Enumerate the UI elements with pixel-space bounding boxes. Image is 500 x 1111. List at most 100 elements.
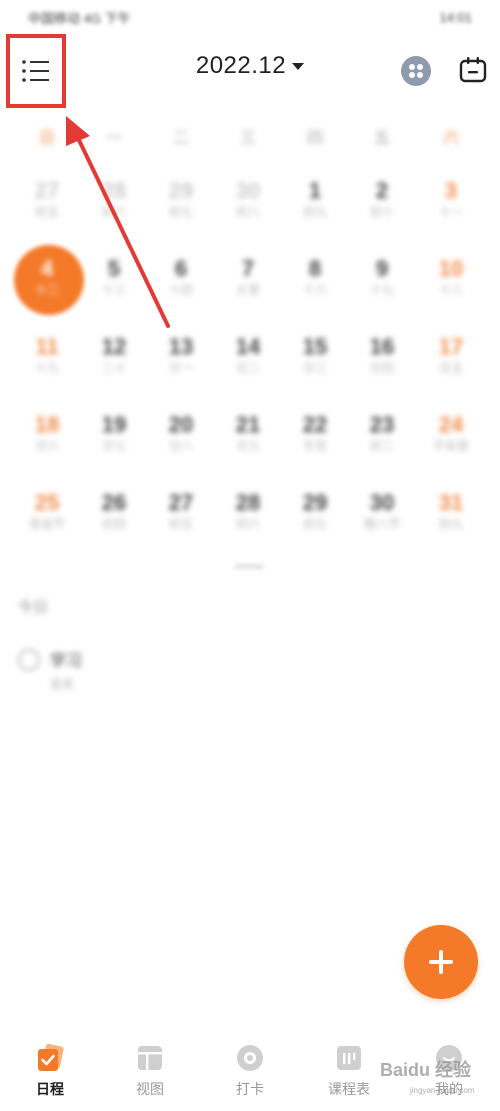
day-number: 25 bbox=[34, 490, 60, 515]
weekday-label: 四 bbox=[306, 130, 323, 147]
day-subtext: 廿四 bbox=[369, 361, 394, 375]
plus-icon bbox=[429, 950, 453, 974]
weekday-label: 三 bbox=[239, 130, 256, 147]
calendar-day[interactable]: 12 二十 bbox=[84, 334, 144, 376]
day-number: 22 bbox=[302, 412, 328, 437]
tab-schedule[interactable]: 日程 bbox=[10, 1043, 90, 1099]
calendar-day[interactable]: 28 初六 bbox=[84, 178, 144, 220]
calendar-day[interactable]: 8 十六 bbox=[285, 256, 345, 298]
day-subtext: 十一 bbox=[438, 205, 463, 219]
calendar-day[interactable]: 29 初七 bbox=[285, 490, 345, 532]
day-subtext: 十四 bbox=[168, 283, 193, 297]
day-number: 24 bbox=[438, 412, 464, 437]
calendar-day[interactable]: 4 十二 bbox=[17, 256, 77, 298]
day-number: 7 bbox=[241, 256, 255, 281]
day-subtext: 初七 bbox=[168, 205, 193, 219]
calendar-day[interactable]: 11 十九 bbox=[17, 334, 77, 376]
calendar-day[interactable]: 2 初十 bbox=[352, 178, 412, 220]
calendar-day[interactable]: 20 廿八 bbox=[151, 412, 211, 454]
day-number: 29 bbox=[302, 490, 328, 515]
calendar-day[interactable]: 24 平安夜 bbox=[421, 412, 481, 454]
day-number: 31 bbox=[438, 490, 464, 515]
calendar-day[interactable]: 19 廿七 bbox=[84, 412, 144, 454]
weekday-label: 二 bbox=[172, 130, 189, 147]
day-subtext: 初五 bbox=[168, 517, 193, 531]
calendar-day[interactable]: 9 十七 bbox=[352, 256, 412, 298]
day-number: 15 bbox=[302, 334, 328, 359]
calendar-day[interactable]: 31 初九 bbox=[421, 490, 481, 532]
day-subtext: 初六 bbox=[235, 517, 260, 531]
day-number: 1 bbox=[308, 178, 322, 203]
day-number: 5 bbox=[107, 256, 121, 281]
day-number: 21 bbox=[235, 412, 261, 437]
day-subtext: 初九 bbox=[302, 205, 327, 219]
calendar-day[interactable]: 1 初九 bbox=[285, 178, 345, 220]
calendar-day[interactable]: 29 初七 bbox=[151, 178, 211, 220]
tab-timetable[interactable]: 课程表 bbox=[309, 1043, 389, 1099]
today-section-label: 今日 bbox=[18, 599, 49, 616]
todo-meta: 全天 bbox=[50, 677, 75, 691]
weekday-header: 日 一 二 三 四 五 六 bbox=[0, 120, 500, 150]
day-subtext: 十八 bbox=[438, 283, 463, 297]
calendar-day[interactable]: 5 十三 bbox=[84, 256, 144, 298]
calendar-day[interactable]: 26 初四 bbox=[84, 490, 144, 532]
calendar-day[interactable]: 30 腊八节 bbox=[352, 490, 412, 532]
calendar-day[interactable]: 10 十八 bbox=[421, 256, 481, 298]
calendar-day[interactable]: 7 大雪 bbox=[218, 256, 278, 298]
day-subtext: 廿八 bbox=[168, 439, 193, 453]
calendar-day[interactable]: 6 十四 bbox=[151, 256, 211, 298]
tab-label: 日程 bbox=[36, 1081, 64, 1097]
calendar-today-button[interactable] bbox=[457, 54, 489, 86]
carrier-text: 中国移动 4G 下午 bbox=[28, 10, 131, 26]
calendar-day[interactable]: 23 初二 bbox=[352, 412, 412, 454]
day-number: 12 bbox=[101, 334, 127, 359]
view-layout-icon bbox=[138, 1046, 162, 1070]
add-button[interactable] bbox=[404, 925, 478, 999]
day-number: 16 bbox=[369, 334, 395, 359]
calendar-day[interactable]: 30 初八 bbox=[218, 178, 278, 220]
timetable-icon bbox=[337, 1046, 361, 1070]
calendar-day[interactable]: 3 十一 bbox=[421, 178, 481, 220]
tab-checkin[interactable]: 打卡 bbox=[210, 1043, 290, 1099]
day-subtext: 十九 bbox=[34, 361, 59, 375]
day-subtext: 廿二 bbox=[235, 361, 260, 375]
day-number: 8 bbox=[308, 256, 322, 281]
day-subtext: 冬至 bbox=[302, 439, 327, 453]
day-number: 28 bbox=[235, 490, 261, 515]
day-number: 13 bbox=[168, 334, 194, 359]
day-number: 3 bbox=[444, 178, 458, 203]
caret-down-icon bbox=[292, 63, 305, 71]
calendar-day[interactable]: 27 初五 bbox=[17, 178, 77, 220]
calendar-day[interactable]: 16 廿四 bbox=[352, 334, 412, 376]
day-number: 30 bbox=[235, 178, 261, 203]
status-bar: 中国移动 4G 下午 14:01 bbox=[0, 0, 500, 34]
calendar-day[interactable]: 22 冬至 bbox=[285, 412, 345, 454]
day-subtext: 廿五 bbox=[438, 361, 463, 375]
calendar-day[interactable]: 21 廿九 bbox=[218, 412, 278, 454]
day-subtext: 十三 bbox=[101, 283, 126, 297]
todo-checkbox[interactable] bbox=[18, 649, 40, 671]
calendar-day[interactable]: 28 初六 bbox=[218, 490, 278, 532]
day-subtext: 廿七 bbox=[101, 439, 126, 453]
calendar-day[interactable]: 27 初五 bbox=[151, 490, 211, 532]
calendar-day[interactable]: 18 廿六 bbox=[17, 412, 77, 454]
day-number: 4 bbox=[40, 256, 54, 281]
weekday-label: 日 bbox=[38, 130, 55, 147]
todo-item[interactable]: 学习 全天 bbox=[14, 635, 124, 715]
day-subtext: 十六 bbox=[302, 283, 327, 297]
calendar-day[interactable]: 25 圣诞节 bbox=[17, 490, 77, 532]
day-number: 29 bbox=[168, 178, 194, 203]
day-number: 17 bbox=[438, 334, 464, 359]
tab-view[interactable]: 视图 bbox=[110, 1043, 190, 1099]
calendar-grid: 27 初五 28 初六 29 初七 30 初八 1 初九 2 初十 3 十一 4 十二 5 十三 6 十四 7 大雪 8 十六… bbox=[0, 168, 500, 548]
calendar-day[interactable]: 17 廿五 bbox=[421, 334, 481, 376]
calendar-day[interactable]: 13 廿一 bbox=[151, 334, 211, 376]
tab-label: 课程表 bbox=[328, 1081, 370, 1097]
calendar-day[interactable]: 15 廿三 bbox=[285, 334, 345, 376]
day-subtext: 大雪 bbox=[235, 283, 260, 297]
apps-button[interactable] bbox=[401, 56, 431, 86]
weekday-label: 六 bbox=[442, 130, 459, 147]
drag-handle[interactable] bbox=[234, 564, 264, 569]
day-subtext: 廿一 bbox=[168, 361, 193, 375]
calendar-day[interactable]: 14 廿二 bbox=[218, 334, 278, 376]
